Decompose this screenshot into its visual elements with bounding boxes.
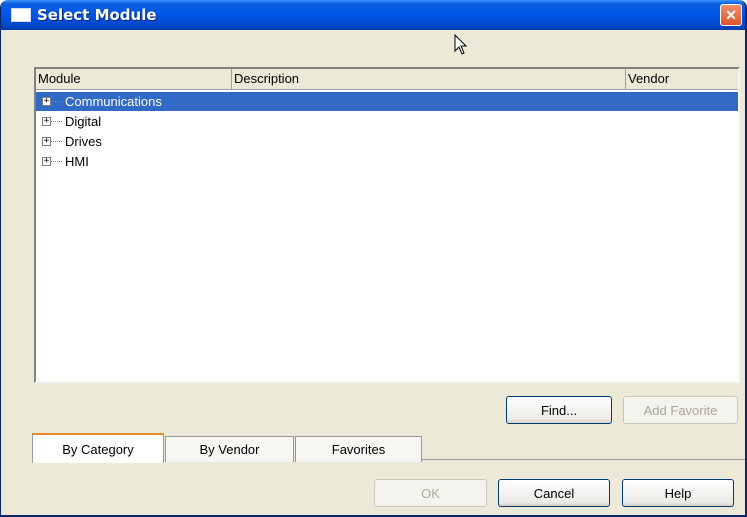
expand-icon[interactable]: + (42, 97, 51, 106)
title-bar[interactable]: Select Module ✕ (1, 0, 745, 30)
window-title: Select Module (37, 6, 157, 24)
mouse-cursor-icon (454, 34, 468, 55)
tree-item-digital[interactable]: + Digital (36, 112, 738, 131)
tree-connector (51, 161, 62, 162)
tree-item-label: Digital (65, 114, 102, 129)
ok-button[interactable]: OK (374, 479, 487, 507)
tree-item-label: Communications (65, 94, 162, 109)
cancel-button[interactable]: Cancel (498, 479, 610, 507)
expand-icon[interactable]: + (42, 157, 51, 166)
column-header-description[interactable]: Description (232, 69, 626, 89)
tab-favorites[interactable]: Favorites (295, 436, 422, 462)
tree-connector (51, 121, 62, 122)
column-header-module[interactable]: Module (36, 69, 232, 89)
tree-item-communications[interactable]: + Communications (36, 92, 738, 111)
tree-item-label: HMI (65, 154, 89, 169)
tab-by-category[interactable]: By Category (32, 433, 164, 463)
close-button[interactable]: ✕ (720, 4, 742, 26)
tree-connector (51, 141, 62, 142)
expand-icon[interactable]: + (42, 137, 51, 146)
select-module-dialog: Select Module ✕ Module Description Vendo… (0, 0, 747, 517)
tree-item-drives[interactable]: + Drives (36, 132, 738, 151)
expand-icon[interactable]: + (42, 117, 51, 126)
tree-item-hmi[interactable]: + HMI (36, 152, 738, 171)
column-header-vendor[interactable]: Vendor (626, 69, 738, 89)
module-list[interactable]: Module Description Vendor + Communicatio… (34, 67, 740, 383)
tab-strip-baseline (421, 459, 745, 460)
tab-by-vendor[interactable]: By Vendor (165, 436, 294, 462)
list-header: Module Description Vendor (36, 69, 738, 90)
add-favorite-button[interactable]: Add Favorite (623, 396, 738, 424)
find-button[interactable]: Find... (506, 396, 612, 424)
tree-item-label: Drives (65, 134, 102, 149)
window-icon (11, 8, 31, 22)
close-icon: ✕ (725, 6, 737, 23)
tree-connector (51, 101, 62, 102)
help-button[interactable]: Help (622, 479, 734, 507)
